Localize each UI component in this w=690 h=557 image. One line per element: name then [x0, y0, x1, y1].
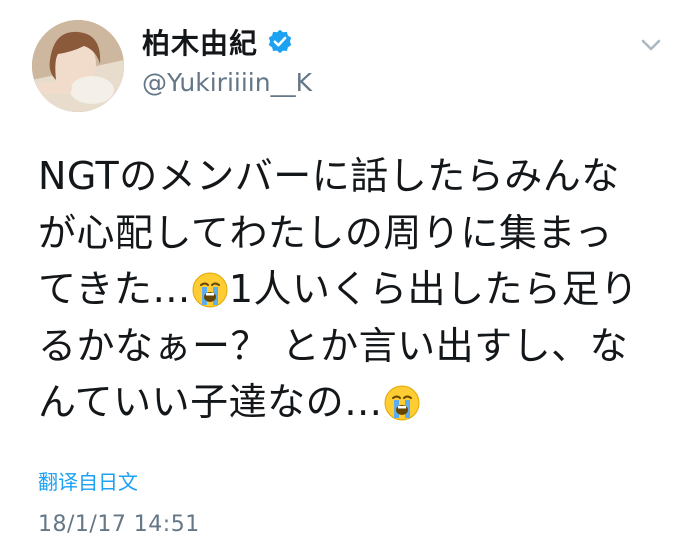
tweet-segment: 1人いくら出したら足り [228, 267, 639, 311]
display-name[interactable]: 柏木由紀 [142, 22, 258, 62]
tweet-timestamp[interactable]: 18/1/17 14:51 [38, 512, 200, 537]
tweet-text: NGTのメンバーに話したらみんな が心配してわたしの周りに集まっ てきた… 1人い… [38, 148, 668, 431]
loudly-crying-face-emoji [384, 380, 420, 421]
user-handle[interactable]: @Yukiriiiin__K [142, 68, 312, 97]
avatar-photo [32, 20, 124, 112]
tweet-segment: てきた… [38, 267, 191, 311]
tweet-line: てきた… 1人いくら出したら足り [38, 261, 668, 318]
loudly-crying-face-emoji [192, 267, 228, 308]
tweet-line: るかなぁー？ とか言い出すし、な [38, 323, 629, 368]
avatar[interactable] [32, 20, 124, 112]
tweet-line: NGTのメンバーに話したらみんな [38, 154, 620, 198]
tweet-line: が心配してわたしの周りに集まっ [38, 210, 613, 255]
chevron-down-icon[interactable] [636, 30, 666, 60]
tweet-segment: んていい子達なの… [38, 380, 383, 424]
verified-badge-icon [266, 28, 294, 56]
user-name-row: 柏木由紀 [142, 22, 294, 62]
tweet-card: 柏木由紀 @Yukiriiiin__K NGTのメンバーに話したらみんな が心配… [0, 0, 690, 557]
translate-link[interactable]: 翻译自日文 [38, 466, 138, 495]
tweet-line: んていい子達なの… [38, 374, 668, 431]
